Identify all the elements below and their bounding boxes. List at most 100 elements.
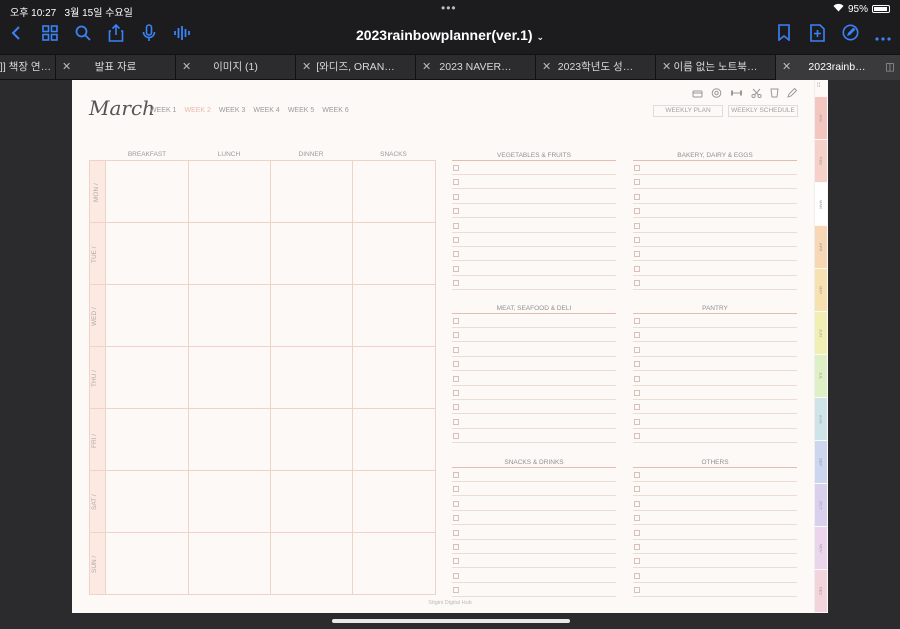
checkbox[interactable]	[453, 193, 459, 200]
checkbox[interactable]	[453, 472, 459, 478]
checkbox[interactable]	[634, 472, 640, 478]
checkbox[interactable]	[453, 222, 459, 229]
checkbox[interactable]	[634, 515, 640, 522]
checkbox[interactable]	[634, 558, 640, 565]
dumbbell-icon[interactable]	[730, 88, 743, 101]
checkbox[interactable]	[634, 179, 640, 186]
pencil-edit-icon[interactable]	[838, 24, 862, 48]
checkbox[interactable]	[634, 193, 640, 200]
checkbox[interactable]	[634, 280, 640, 287]
checkbox[interactable]	[453, 361, 459, 368]
checkbox[interactable]	[453, 332, 459, 339]
checkbox[interactable]	[634, 165, 640, 171]
checkbox[interactable]	[634, 404, 640, 411]
checkbox[interactable]	[453, 251, 459, 258]
checkbox[interactable]	[634, 237, 640, 243]
month-tab-apr[interactable]: APR	[815, 226, 827, 268]
week-link-4[interactable]: WEEK 4	[253, 107, 279, 114]
checkbox[interactable]	[634, 587, 640, 594]
checkbox[interactable]	[634, 375, 640, 382]
cup-icon[interactable]	[770, 88, 779, 101]
checkbox[interactable]	[453, 544, 459, 550]
document-title[interactable]: 2023rainbowplanner(ver.1) ⌄	[0, 27, 900, 43]
grid-column-line	[105, 160, 106, 594]
wifi-icon	[833, 3, 844, 15]
checkbox[interactable]	[453, 572, 459, 579]
month-tab-jun[interactable]: JUN	[815, 312, 827, 354]
checkbox[interactable]	[634, 433, 640, 440]
home-indicator[interactable]	[332, 619, 570, 623]
checkbox[interactable]	[634, 208, 640, 215]
cake-icon[interactable]	[692, 88, 703, 101]
checklist-line	[633, 355, 797, 357]
tab-4[interactable]: ✕ [와디즈, ORAN…	[296, 55, 416, 80]
checkbox[interactable]	[453, 486, 459, 493]
split-view-icon[interactable]: ◫	[885, 55, 895, 80]
checkbox[interactable]	[634, 265, 640, 272]
checkbox[interactable]	[453, 265, 459, 272]
weekly-plan-button[interactable]: WEEKLY PLAN	[653, 105, 723, 117]
checkbox[interactable]	[453, 418, 459, 425]
month-tab-sep[interactable]: SEP	[815, 441, 827, 483]
month-tab-oct[interactable]: OCT	[815, 484, 827, 526]
checkbox[interactable]	[453, 515, 459, 522]
more-icon[interactable]	[871, 24, 895, 48]
checkbox[interactable]	[634, 251, 640, 258]
week-link-1[interactable]: WEEK 1	[150, 107, 176, 114]
checkbox[interactable]	[453, 237, 459, 243]
checkbox[interactable]	[634, 544, 640, 550]
checkbox[interactable]	[453, 280, 459, 287]
month-tab-jul[interactable]: JUL	[815, 355, 827, 397]
target-icon[interactable]	[711, 88, 722, 101]
month-tab-nov[interactable]: NOV	[815, 527, 827, 569]
checkbox[interactable]	[634, 318, 640, 324]
checkbox[interactable]	[453, 587, 459, 594]
checkbox[interactable]	[453, 500, 459, 507]
bookmark-icon[interactable]	[772, 24, 796, 48]
month-tab-jan[interactable]: JAN	[815, 97, 827, 139]
tab-7[interactable]: ✕ 이름 없는 노트북…	[656, 55, 776, 80]
tab-3[interactable]: ✕ 이미지 (1)	[176, 55, 296, 80]
checkbox[interactable]	[634, 361, 640, 368]
tab-6[interactable]: ✕ 2023학년도 성…	[536, 55, 656, 80]
checkbox[interactable]	[453, 433, 459, 440]
week-link-3[interactable]: WEEK 3	[219, 107, 245, 114]
checkbox[interactable]	[453, 318, 459, 324]
checkbox[interactable]	[634, 332, 640, 339]
checkbox[interactable]	[453, 390, 459, 396]
multitask-dots-icon[interactable]: •••	[441, 1, 457, 15]
checkbox[interactable]	[453, 558, 459, 565]
tab-8-active[interactable]: ✕ 2023rainb… ◫	[776, 55, 900, 80]
month-tab-aug[interactable]: AUG	[815, 398, 827, 440]
week-link-2[interactable]: WEEK 2	[184, 107, 210, 114]
add-page-icon[interactable]	[805, 24, 829, 48]
pencil-icon[interactable]	[787, 87, 798, 101]
checkbox[interactable]	[634, 486, 640, 493]
checkbox[interactable]	[634, 572, 640, 579]
checkbox[interactable]	[634, 418, 640, 425]
checkbox[interactable]	[453, 179, 459, 186]
checkbox[interactable]	[634, 346, 640, 353]
checkbox[interactable]	[453, 404, 459, 411]
checkbox[interactable]	[634, 529, 640, 536]
checkbox[interactable]	[453, 529, 459, 536]
weekly-schedule-button[interactable]: WEEKLY SCHEDULE	[728, 105, 798, 117]
week-link-6[interactable]: WEEK 6	[322, 107, 348, 114]
tab-5[interactable]: ✕ 2023 NAVER…	[416, 55, 536, 80]
month-tab-mar[interactable]: MAR	[815, 183, 827, 225]
checkbox[interactable]	[634, 222, 640, 229]
checkbox[interactable]	[634, 390, 640, 396]
checkbox[interactable]	[453, 165, 459, 171]
week-link-5[interactable]: WEEK 5	[288, 107, 314, 114]
tab-2[interactable]: ✕ 발표 자료	[56, 55, 176, 80]
scissors-icon[interactable]	[751, 88, 762, 101]
checkbox[interactable]	[453, 346, 459, 353]
month-tab-may[interactable]: MAY	[815, 269, 827, 311]
month-tab-feb[interactable]: FEB	[815, 140, 827, 182]
drag-handle-icon[interactable]: ⁞⁞	[817, 83, 820, 89]
close-icon[interactable]: ✕	[782, 55, 791, 80]
checkbox[interactable]	[634, 500, 640, 507]
checkbox[interactable]	[453, 208, 459, 215]
checkbox[interactable]	[453, 375, 459, 382]
tab-1[interactable]: ]] 책장 연…	[0, 55, 56, 80]
